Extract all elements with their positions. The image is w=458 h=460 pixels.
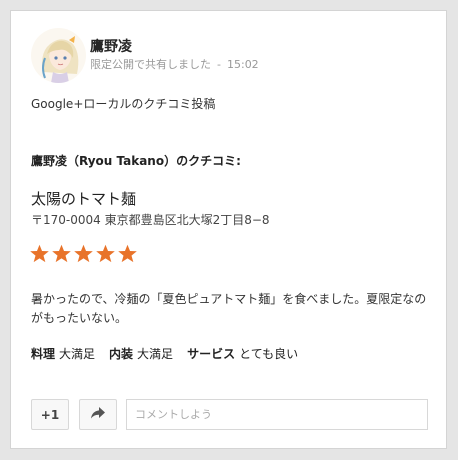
- aspect-ratings: 料理 大満足 内装 大満足 サービス とても良い: [31, 345, 298, 362]
- star-icon: [51, 244, 72, 264]
- review-text: 暑かったので、冷麺の「夏色ピュアトマト麺」を食べました。夏限定なのがもったいない…: [31, 292, 427, 325]
- share-arrow-icon: [90, 406, 106, 423]
- rating-service-value: とても良い: [239, 347, 299, 361]
- author-name[interactable]: 鷹野凌: [90, 36, 132, 56]
- visibility-label[interactable]: 限定公開で共有しました: [90, 58, 211, 71]
- star-icon: [117, 244, 138, 264]
- post-card: 鷹野凌 限定公開で共有しました -15:02 Google+ローカルのクチコミ投稿…: [10, 10, 447, 449]
- rating-decor-value: 大満足: [137, 347, 174, 361]
- meta-separator: -: [217, 58, 221, 71]
- rating-food-value: 大満足: [59, 347, 96, 361]
- rating-decor: 内装 大満足: [109, 345, 173, 362]
- star-icon: [95, 244, 116, 264]
- comment-input[interactable]: [126, 399, 428, 430]
- reviewer-heading: 鷹野凌（Ryou Takano）のクチコミ:: [31, 154, 241, 168]
- rating-service-key: サービス: [187, 347, 236, 361]
- plus-one-button[interactable]: +1: [31, 399, 69, 430]
- place-name[interactable]: 太陽のトマト麺: [31, 188, 136, 209]
- rating-food: 料理 大満足: [31, 345, 95, 362]
- rating-service: サービス とても良い: [187, 345, 298, 362]
- post-intro: Google+ローカルのクチコミ投稿: [31, 97, 216, 111]
- rating-food-key: 料理: [31, 347, 56, 361]
- star-icon: [29, 244, 50, 264]
- star-rating: [29, 244, 138, 264]
- avatar[interactable]: [31, 28, 86, 83]
- post-meta: 限定公開で共有しました -15:02: [90, 56, 259, 72]
- share-button[interactable]: [79, 399, 117, 430]
- post-time[interactable]: 15:02: [227, 58, 259, 71]
- rating-decor-key: 内装: [109, 347, 134, 361]
- place-address: 〒170-0004 東京都豊島区北大塚2丁目8−8: [31, 213, 270, 227]
- star-icon: [73, 244, 94, 264]
